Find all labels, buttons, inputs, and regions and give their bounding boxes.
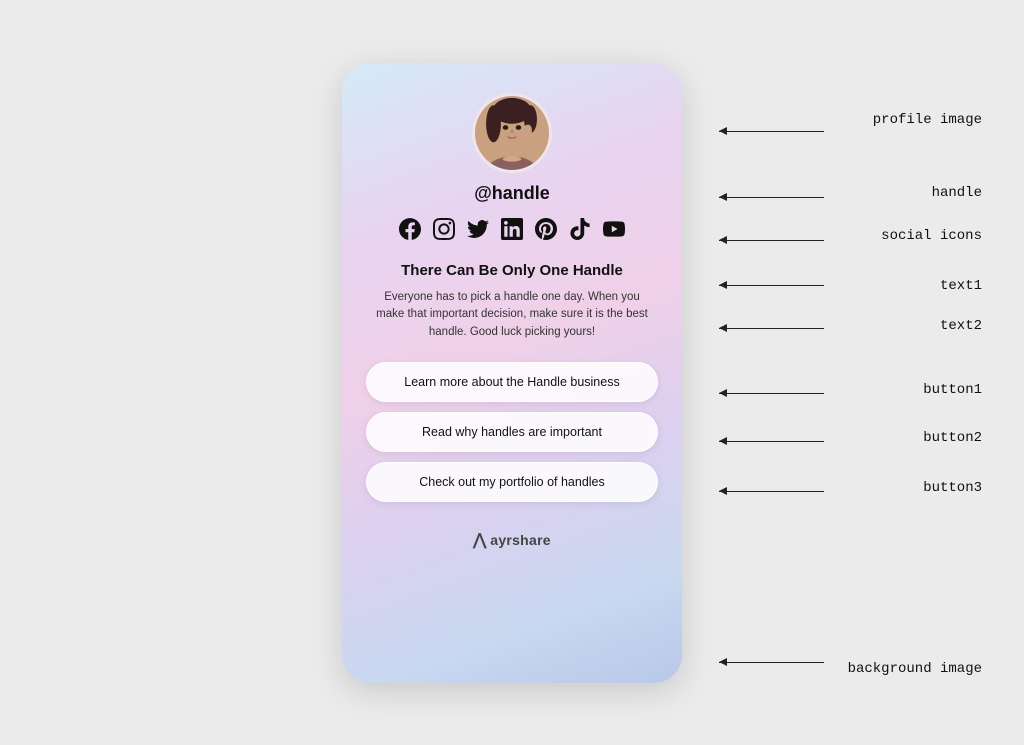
annotation-text1: text1 [940,278,982,294]
linkedin-icon[interactable] [501,218,523,244]
tiktok-icon[interactable] [569,218,591,244]
arrow-text1 [719,285,824,286]
profile-image-wrapper [472,93,552,173]
twitter-icon[interactable] [467,218,489,244]
social-icons-row [399,218,625,244]
ayrshare-name: ayrshare [490,532,551,548]
arrow-button1 [719,393,824,394]
ayrshare-brand: ⋀ ayrshare [473,530,551,550]
text2: Everyone has to pick a handle one day. W… [366,289,658,342]
arrow-handle [719,197,824,198]
youtube-icon[interactable] [603,218,625,244]
handle-text: @handle [474,183,550,204]
arrow-button3 [719,491,824,492]
button1[interactable]: Learn more about the Handle business [366,362,658,402]
arrow-social [719,240,824,241]
annotation-button3: button3 [923,480,982,496]
button3[interactable]: Check out my portfolio of handles [366,462,658,502]
phone-card: @handle [342,63,682,683]
profile-image [475,93,549,173]
facebook-icon[interactable] [399,218,421,244]
annotation-text2: text2 [940,318,982,334]
annotation-button1: button1 [923,382,982,398]
ayrshare-logo-symbol: ⋀ [473,530,486,550]
instagram-icon[interactable] [433,218,455,244]
annotation-handle: handle [932,185,982,201]
pinterest-icon[interactable] [535,218,557,244]
arrow-button2 [719,441,824,442]
annotation-button2: button2 [923,430,982,446]
text1: There Can Be Only One Handle [401,262,623,279]
annotation-background: background image [848,661,982,677]
arrow-profile-image [719,131,824,132]
arrow-text2 [719,328,824,329]
annotation-profile-image: profile image [873,112,982,128]
arrow-background [719,662,824,663]
button2[interactable]: Read why handles are important [366,412,658,452]
annotation-social-icons: social icons [881,228,982,244]
page-wrapper: @handle [0,0,1024,745]
